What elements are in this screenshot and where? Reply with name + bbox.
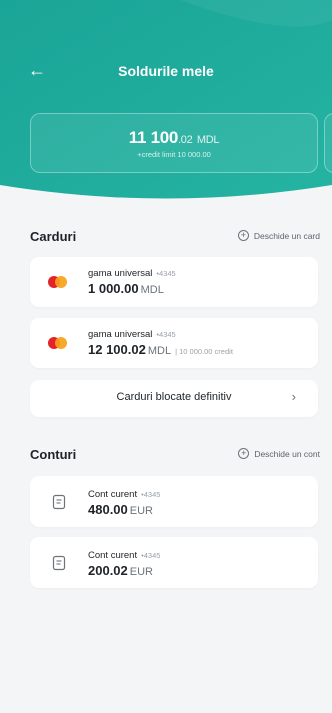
balance-currency: MDL (196, 134, 220, 146)
card-balance: 12 100.02 MDL | 10 000.00 credit (88, 342, 233, 357)
account-currency: EUR (129, 505, 153, 517)
plus-circle-icon: + (238, 448, 250, 459)
account-name: Cont curent •4345 (88, 489, 160, 500)
total-balance-card[interactable]: 11 100.02 MDL +credit limit 10 000.00 (30, 113, 318, 173)
card-balance: 1 000.00 MDL (88, 281, 164, 296)
open-account-label: Deschide un cont (254, 448, 320, 459)
card-credit-limit: | 10 000.00 credit (175, 347, 233, 356)
accounts-section-title: Conturi (30, 447, 77, 462)
balance-amount: 11 100.02 MDL (31, 128, 317, 148)
account-mask: •4345 (141, 551, 161, 560)
cards-section-header: Carduri + Deschide un card (30, 229, 320, 245)
account-balance: 200.02 EUR (88, 563, 153, 578)
balance-integer: 11 100 (128, 128, 179, 147)
page-title: Soldurile mele (118, 63, 214, 79)
plus-circle-icon: + (237, 230, 249, 241)
account-amount: 200.02 (88, 563, 128, 578)
receipt-icon (52, 555, 66, 571)
card-amount: 1 000.00 (88, 281, 139, 296)
blocked-cards-label: Carduri blocate definitiv (116, 391, 232, 403)
account-amount: 480.00 (88, 502, 128, 517)
card-currency: MDL (140, 284, 164, 296)
receipt-icon (52, 494, 66, 510)
open-card-label: Deschide un card (253, 230, 320, 241)
cards-section-title: Carduri (30, 229, 77, 244)
blocked-cards-button[interactable]: Carduri blocate definitiv › (30, 380, 318, 417)
mastercard-icon (48, 337, 72, 349)
account-row[interactable]: Cont curent •4345 480.00 EUR (30, 476, 318, 527)
mastercard-icon (48, 276, 72, 288)
card-name: gama universal •4345 (88, 268, 176, 279)
open-account-link[interactable]: + Deschide un cont (238, 448, 320, 459)
accounts-section-header: Conturi + Deschide un cont (30, 447, 320, 463)
account-currency: EUR (129, 566, 153, 578)
card-name-text: gama universal (88, 268, 153, 279)
account-balance: 480.00 EUR (88, 502, 153, 517)
credit-limit-note: +credit limit 10 000.00 (137, 150, 211, 159)
card-mask: •4345 (156, 269, 176, 278)
account-mask: •4345 (141, 490, 161, 499)
chevron-right-icon: › (291, 389, 296, 404)
balance-fraction: .02 (178, 134, 193, 146)
card-mask: •4345 (156, 330, 176, 339)
card-currency: MDL (147, 345, 172, 357)
card-row[interactable]: gama universal •4345 1 000.00 MDL (30, 257, 318, 307)
next-balance-card[interactable] (324, 113, 332, 173)
account-name-text: Cont curent (88, 550, 138, 561)
account-name: Cont curent •4345 (88, 550, 160, 561)
card-row[interactable]: gama universal •4345 12 100.02 MDL | 10 000… (30, 318, 318, 368)
open-card-link[interactable]: + Deschide un card (237, 230, 320, 241)
card-name: gama universal •4345 (88, 329, 176, 340)
account-row[interactable]: Cont curent •4345 200.02 EUR (30, 537, 318, 588)
header: ← Soldurile mele 11 100.02 MDL +credit l… (0, 0, 332, 200)
card-amount: 12 100.02 (88, 342, 146, 357)
account-name-text: Cont curent (88, 489, 138, 500)
card-name-text: gama universal (88, 329, 153, 340)
